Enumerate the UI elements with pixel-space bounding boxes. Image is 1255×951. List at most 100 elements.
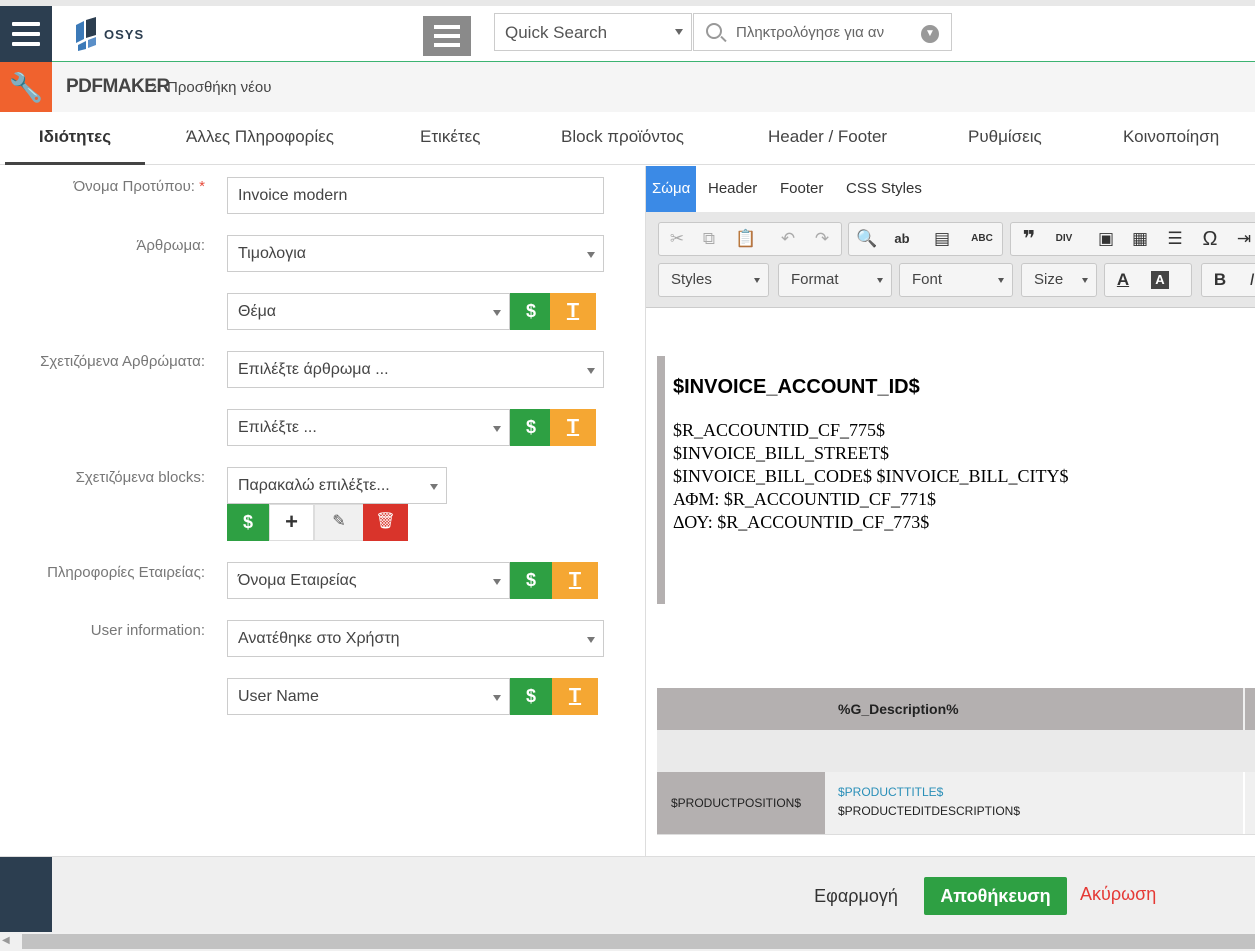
- product-position-cell: $PRODUCTPOSITION$: [657, 772, 825, 834]
- editor-tab-css[interactable]: CSS Styles: [840, 166, 928, 212]
- related-module-select[interactable]: Επιλέξτε άρθρωμα ...: [227, 351, 604, 388]
- paste-icon[interactable]: 📋: [731, 223, 761, 255]
- insert-label-button[interactable]: T: [552, 678, 598, 715]
- quick-search-label: Quick Search: [505, 23, 608, 42]
- module-label: Άρθρωμα:: [136, 237, 205, 254]
- search-placeholder: Πληκτρολόγησε για αν: [736, 24, 885, 41]
- editor-tab-header[interactable]: Header: [702, 166, 763, 212]
- spellcheck-icon[interactable]: ABC: [967, 223, 997, 255]
- wrench-icon[interactable]: 🔧: [0, 62, 52, 112]
- edit-icon[interactable]: ✎: [314, 504, 364, 541]
- related-module-select-value: Επιλέξτε άρθρωμα ...: [238, 361, 389, 378]
- user-info-select[interactable]: Ανατέθηκε στο Χρήστη: [227, 620, 604, 657]
- font-select[interactable]: Font: [899, 263, 1013, 297]
- tab-bar: Ιδιότητες Άλλες Πληροφορίες Ετικέτες Blo…: [0, 112, 1255, 165]
- cut-icon[interactable]: ✂: [662, 223, 692, 255]
- redo-icon[interactable]: ↷: [807, 223, 837, 255]
- italic-icon[interactable]: I: [1237, 264, 1255, 296]
- content-line: ΔΟΥ: $R_ACCOUNTID_CF_773$: [673, 512, 930, 532]
- replace-icon[interactable]: ab: [887, 223, 917, 255]
- tab-header-footer[interactable]: Header / Footer: [768, 112, 887, 165]
- action-bar: Εφαρμογή Αποθήκευση Ακύρωση: [0, 856, 1255, 933]
- format-select[interactable]: Format: [778, 263, 892, 297]
- select-all-icon[interactable]: ▤: [927, 223, 957, 255]
- insert-block-variable-button[interactable]: $: [227, 504, 269, 541]
- font-select-value: Font: [912, 271, 943, 288]
- company-info-select-value: Όνομα Εταιρείας: [238, 572, 357, 589]
- content-line: $INVOICE_BILL_STREET$: [673, 443, 889, 463]
- user-field-select[interactable]: User Name: [227, 678, 510, 715]
- related-field-select[interactable]: Επιλέξτε ...: [227, 409, 510, 446]
- styles-select-value: Styles: [671, 271, 712, 288]
- subject-select-value: Θέμα: [238, 303, 277, 320]
- insert-label-button[interactable]: T: [552, 562, 598, 599]
- footer-sidebar-strip: [0, 857, 52, 933]
- logo[interactable]: OSYS: [72, 14, 162, 54]
- size-select[interactable]: Size: [1021, 263, 1097, 297]
- insert-variable-button[interactable]: $: [510, 678, 552, 715]
- styles-select[interactable]: Styles: [658, 263, 769, 297]
- scroll-left-icon[interactable]: ◀: [2, 935, 10, 946]
- copy-icon[interactable]: ⧉: [694, 223, 724, 255]
- insert-variable-button[interactable]: $: [510, 293, 552, 330]
- related-blocks-select[interactable]: Παρακαλώ επιλέξτε...: [227, 467, 447, 504]
- trash-icon[interactable]: 🗑: [363, 504, 408, 541]
- chevron-down-icon: [1082, 278, 1088, 283]
- tab-labels[interactable]: Ετικέτες: [420, 112, 480, 165]
- insert-variable-button[interactable]: $: [510, 562, 552, 599]
- horizontal-line-icon[interactable]: ☰: [1160, 223, 1190, 255]
- app-menu-button[interactable]: [423, 16, 471, 56]
- editor-tab-footer[interactable]: Footer: [774, 166, 829, 212]
- scrollbar-thumb[interactable]: [22, 934, 1255, 949]
- editor-content[interactable]: $INVOICE_ACCOUNT_ID$ $R_ACCOUNTID_CF_775…: [646, 308, 1255, 856]
- insert-label-button[interactable]: T: [550, 293, 596, 330]
- tab-product-block[interactable]: Block προϊόντος: [561, 112, 684, 165]
- company-info-select[interactable]: Όνομα Εταιρείας: [227, 562, 510, 599]
- special-char-icon[interactable]: Ω: [1195, 223, 1225, 255]
- related-blocks-label: Σχετιζόμενα blocks:: [75, 469, 205, 486]
- find-icon[interactable]: 🔍: [852, 223, 882, 255]
- save-button[interactable]: Αποθήκευση: [924, 877, 1067, 915]
- editor-tab-body[interactable]: Σώμα: [646, 166, 697, 212]
- table-icon[interactable]: ▦: [1125, 223, 1155, 255]
- tab-properties[interactable]: Ιδιότητες: [5, 112, 145, 165]
- related-modules-label: Σχετιζόμενα Αρθρώματα:: [40, 353, 205, 370]
- column-divider: [1243, 772, 1245, 834]
- editing-group: 🔍 ab ▤ ABC: [848, 222, 1003, 256]
- chevron-down-icon: [493, 426, 501, 432]
- editor-toolbar: ✂ ⧉ 📋 ↶ ↷ 🔍 ab ▤ ABC ❞ DIV ▣ ▦ ☰ Ω ⇥ Sty…: [646, 212, 1255, 308]
- subject-select[interactable]: Θέμα: [227, 293, 510, 330]
- module-select[interactable]: Τιμολογια: [227, 235, 604, 272]
- chevron-circle-icon[interactable]: ▼: [921, 25, 939, 43]
- table-row: $PRODUCTPOSITION$ $PRODUCTTITLE$ $PRODUC…: [657, 772, 1255, 834]
- breadcrumb-separator: ›: [151, 76, 157, 96]
- undo-icon[interactable]: ↶: [773, 223, 803, 255]
- blockquote-icon[interactable]: ❞: [1014, 223, 1044, 255]
- bold-icon[interactable]: B: [1205, 264, 1235, 296]
- logo-text: OSYS: [104, 26, 145, 42]
- quick-search-select[interactable]: Quick Search: [494, 13, 692, 51]
- insert-label-button[interactable]: T: [550, 409, 596, 446]
- user-field-select-value: User Name: [238, 688, 319, 705]
- add-block-button[interactable]: +: [269, 504, 314, 541]
- tab-sharing[interactable]: Κοινοποίηση: [1123, 112, 1219, 165]
- insert-variable-button[interactable]: $: [510, 409, 552, 446]
- tab-settings[interactable]: Ρυθμίσεις: [968, 112, 1042, 165]
- account-id-heading: $INVOICE_ACCOUNT_ID$: [673, 376, 920, 398]
- horizontal-scrollbar[interactable]: ◀: [0, 932, 1255, 951]
- chevron-down-icon: [587, 252, 595, 258]
- chevron-down-icon: [587, 637, 595, 643]
- cancel-link[interactable]: Ακύρωση: [1080, 877, 1156, 915]
- template-name-field[interactable]: Invoice modern: [227, 177, 604, 214]
- content-line: ΑΦΜ: $R_ACCOUNTID_CF_771$: [673, 489, 936, 509]
- background-color-icon[interactable]: A: [1151, 271, 1169, 289]
- search-input[interactable]: Πληκτρολόγησε για αν ▼: [693, 13, 952, 51]
- div-icon[interactable]: DIV: [1049, 223, 1079, 255]
- main-menu-button[interactable]: [0, 6, 52, 62]
- apply-button[interactable]: Εφαρμογή: [800, 877, 912, 915]
- chevron-down-icon: [493, 579, 501, 585]
- text-color-icon[interactable]: A: [1108, 264, 1138, 296]
- tab-other-info[interactable]: Άλλες Πληροφορίες: [186, 112, 334, 165]
- image-icon[interactable]: ▣: [1091, 223, 1121, 255]
- indent-icon[interactable]: ⇥: [1229, 223, 1255, 255]
